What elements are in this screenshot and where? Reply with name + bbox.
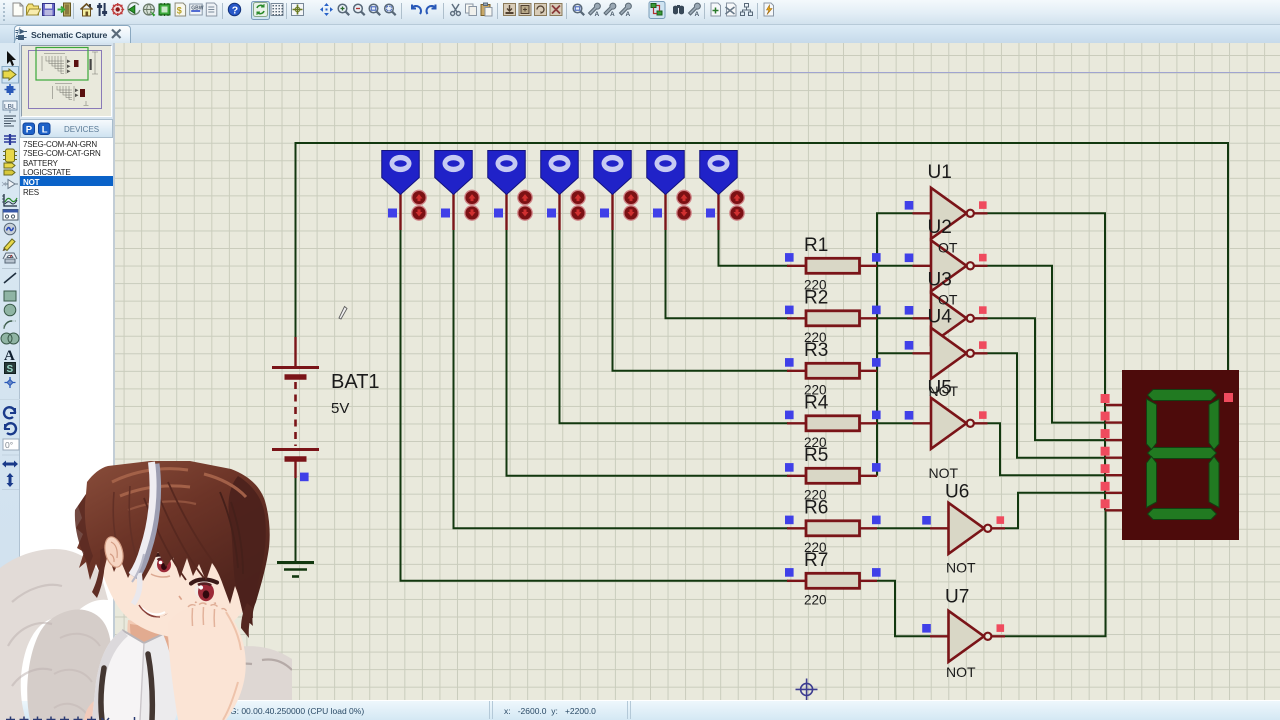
svg-text:R2: R2: [804, 287, 828, 308]
svg-text:R7: R7: [804, 550, 828, 571]
svg-text:A: A: [610, 11, 615, 18]
svg-text:U3: U3: [928, 270, 952, 291]
svg-text:U6: U6: [945, 482, 969, 503]
svg-text:NOT: NOT: [946, 664, 976, 680]
svg-text:A: A: [4, 348, 15, 364]
svg-text:R1: R1: [804, 235, 828, 256]
svg-text:220: 220: [804, 592, 827, 607]
svg-text:R5: R5: [804, 445, 828, 466]
svg-text:NOT: NOT: [946, 560, 976, 576]
svg-text:?: ?: [232, 4, 238, 16]
svg-text:GBW: GBW: [191, 6, 204, 12]
svg-text:U7: U7: [945, 587, 969, 608]
svg-text:A: A: [595, 11, 600, 18]
svg-text:5V: 5V: [331, 400, 349, 417]
svg-text:BAT1: BAT1: [331, 371, 380, 393]
svg-text:OT: OT: [938, 240, 958, 256]
svg-text:S: S: [7, 364, 14, 375]
svg-text:P: P: [26, 125, 33, 136]
svg-text:OT: OT: [938, 292, 958, 308]
svg-text:R4: R4: [804, 392, 829, 413]
svg-text:L: L: [42, 125, 48, 136]
svg-text:A: A: [695, 11, 700, 18]
svg-text:NOT: NOT: [929, 465, 959, 481]
svg-text:$: $: [177, 6, 182, 16]
svg-text:A: A: [626, 11, 631, 18]
svg-text:R6: R6: [804, 497, 828, 518]
svg-text:U1: U1: [928, 162, 952, 183]
svg-text:DEVICES: DEVICES: [64, 125, 99, 134]
svg-text:R3: R3: [804, 340, 828, 361]
svg-text:U4: U4: [928, 307, 953, 328]
svg-text:U2: U2: [928, 217, 952, 238]
svg-text:NOT: NOT: [929, 383, 959, 399]
